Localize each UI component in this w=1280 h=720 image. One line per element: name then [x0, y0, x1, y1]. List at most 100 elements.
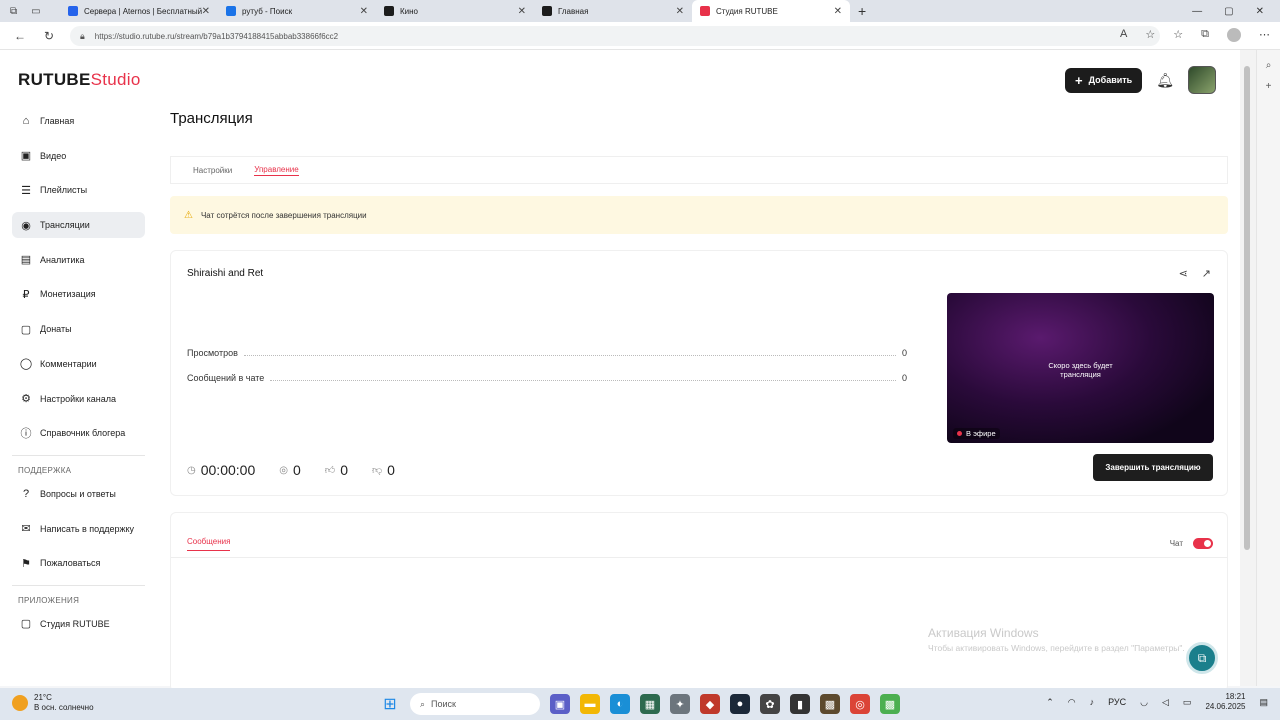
preview-text-line: трансляция — [1060, 370, 1101, 379]
sidebar-item-comments[interactable]: ◯ Комментарии — [12, 351, 145, 377]
tray-expand-icon[interactable]: ⌃ — [1046, 697, 1054, 708]
sidebar-item-faq[interactable]: ? Вопросы и ответы — [12, 481, 145, 507]
close-tab-icon[interactable]: ✕ — [676, 6, 684, 17]
sidebar-item-analytics[interactable]: ▤ Аналитика — [12, 247, 145, 273]
scrollbar-thumb[interactable] — [1244, 66, 1250, 550]
browser-tab[interactable]: Сервера | Aternos | Бесплатный ✕ — [60, 0, 218, 22]
profile-avatar[interactable] — [1227, 28, 1241, 42]
chrome-icon[interactable]: ◎ — [850, 694, 870, 714]
sidebar-section-apps: ПРИЛОЖЕНИЯ — [18, 595, 80, 605]
sidebar-item-report[interactable]: ⚑ Пожаловаться — [12, 550, 145, 576]
settings-app-icon[interactable]: ✦ — [670, 694, 690, 714]
search-icon[interactable]: ⌕ — [1257, 60, 1280, 71]
game-icon[interactable]: ◆ — [700, 694, 720, 714]
add-button-label: Добавить — [1088, 75, 1133, 85]
sidebar-item-donates[interactable]: ▢ Донаты — [12, 316, 145, 342]
sidebar-item-monetization[interactable]: ₽ Монетизация — [12, 281, 145, 307]
tab-settings[interactable]: Настройки — [193, 166, 232, 175]
back-icon[interactable]: ← — [14, 29, 26, 43]
tab-title: Кино — [400, 6, 418, 16]
bell-icon[interactable]: 🔔︎ — [1156, 72, 1174, 89]
end-stream-button[interactable]: Завершить трансляцию — [1093, 454, 1213, 481]
share-icon[interactable]: ⋖ — [1179, 267, 1188, 280]
divider — [12, 584, 145, 586]
url-field[interactable]: 🔒︎ https://studio.rutube.ru/stream/b79a1… — [70, 26, 1160, 46]
sidebar-item-channel-settings[interactable]: ⚙ Настройки канала — [12, 386, 145, 412]
live-dot-icon — [957, 431, 962, 436]
folder-icon[interactable]: ▬ — [580, 694, 600, 714]
metric-viewers: ◎ 0 — [279, 462, 301, 478]
close-window-icon[interactable]: ✕ — [1256, 6, 1264, 17]
external-link-icon[interactable]: ↗ — [1202, 267, 1211, 280]
stream-card: Shiraishi and Ret ⋖ ↗ Просмотров 0 Сообщ… — [170, 250, 1228, 496]
sidebar-item-broadcasts[interactable]: ◉ Трансляции — [12, 212, 145, 239]
edge-icon[interactable]: ◐ — [610, 694, 630, 714]
calculator-icon[interactable]: ▦ — [640, 694, 660, 714]
reload-icon[interactable]: ↻ — [44, 29, 54, 43]
search-placeholder: Поиск — [431, 699, 456, 709]
sun-icon — [12, 695, 28, 711]
sidebar-item-blogger-guide[interactable]: ⓘ Справочник блогера — [12, 420, 145, 446]
info-icon: ⓘ — [20, 428, 32, 441]
close-tab-icon[interactable]: ✕ — [360, 6, 368, 17]
rutube-studio-logo[interactable]: RUTUBEStudio — [18, 70, 141, 90]
app-icon[interactable]: ✿ — [760, 694, 780, 714]
avatar[interactable] — [1188, 66, 1216, 94]
read-aloud-icon[interactable]: A — [1120, 28, 1127, 42]
collections-icon[interactable]: ☆ — [1173, 28, 1183, 42]
teams-icon[interactable]: ▣ — [550, 694, 570, 714]
minecraft-launcher-icon[interactable]: ▩ — [880, 694, 900, 714]
sidebar-item-playlists[interactable]: ☰ Плейлисты — [12, 177, 145, 203]
notifications-icon[interactable]: ▤ — [1259, 697, 1268, 708]
clock[interactable]: 18:21 24.06.2025 — [1205, 692, 1245, 712]
steam-icon[interactable]: ● — [730, 694, 750, 714]
maximize-icon[interactable]: ▢ — [1224, 6, 1233, 17]
sidebar-item-video[interactable]: ▣ Видео — [12, 143, 145, 169]
browser-tab[interactable]: Кино ✕ — [376, 0, 534, 22]
language-indicator[interactable]: РУС — [1108, 697, 1126, 707]
tab-list-icon[interactable]: ▭ — [31, 6, 40, 17]
support-chat-button[interactable]: ⧉ — [1186, 642, 1218, 674]
metric-dislikes: 👎︎ 0 — [372, 462, 395, 478]
page-scrollbar[interactable] — [1240, 50, 1256, 686]
stream-preview[interactable]: Скоро здесь будет трансляция В эфире ➤ — [947, 293, 1214, 443]
sidebar-item-label: Написать в поддержку — [40, 523, 135, 534]
favorite-icon[interactable]: ☆ — [1145, 28, 1155, 42]
sidebar-item-label: Монетизация — [40, 289, 96, 300]
minimize-icon[interactable]: — — [1192, 6, 1202, 17]
tab-favicon-icon — [68, 6, 78, 16]
battery-icon[interactable]: ▭ — [1183, 697, 1192, 708]
workspaces-icon[interactable]: ⧉ — [10, 6, 17, 17]
close-tab-icon[interactable]: ✕ — [202, 6, 210, 17]
sidebar-item-contact-support[interactable]: ✉ Написать в поддержку — [12, 516, 145, 542]
live-label: В эфире — [966, 429, 996, 438]
browser-tab[interactable]: Главная ✕ — [534, 0, 692, 22]
browser-tab-active[interactable]: Студия RUTUBE ✕ — [692, 0, 850, 22]
wifi-icon[interactable]: ◡ — [1140, 697, 1148, 708]
chat-toggle[interactable] — [1193, 538, 1213, 549]
chat-toggle-label: Чат — [1169, 539, 1183, 548]
close-tab-icon[interactable]: ✕ — [834, 6, 842, 17]
close-tab-icon[interactable]: ✕ — [518, 6, 526, 17]
tab-management[interactable]: Управление — [254, 165, 299, 176]
add-panel-icon[interactable]: + — [1257, 81, 1280, 92]
mic-icon[interactable]: ♪ — [1090, 697, 1095, 707]
sidebar-item-studio-app[interactable]: ▢ Студия RUTUBE — [12, 611, 145, 637]
network-icon[interactable]: ◠ — [1068, 697, 1076, 708]
stat-chat-messages: Сообщений в чате 0 — [187, 373, 907, 383]
weather-widget[interactable]: 21°C В осн. солнечно — [12, 693, 94, 713]
extensions-icon[interactable]: ⧉ — [1201, 28, 1209, 42]
minecraft-icon[interactable]: ▩ — [820, 694, 840, 714]
app-icon[interactable]: ▮ — [790, 694, 810, 714]
menu-icon[interactable]: ⋯ — [1259, 28, 1270, 42]
tab-messages[interactable]: Сообщения — [187, 537, 231, 551]
plus-icon: + — [1075, 72, 1083, 88]
browser-tab[interactable]: рутуб - Поиск ✕ — [218, 0, 376, 22]
new-tab-button[interactable]: + — [858, 3, 866, 19]
add-button[interactable]: + Добавить — [1065, 67, 1143, 93]
windows-start-icon[interactable]: ⊞ — [380, 694, 400, 714]
taskbar-search[interactable]: ⌕ Поиск — [410, 693, 540, 715]
sidebar-item-label: Вопросы и ответы — [40, 488, 116, 499]
sidebar-item-home[interactable]: ⌂ Главная — [12, 108, 145, 134]
volume-icon[interactable]: ◁ — [1162, 697, 1169, 708]
